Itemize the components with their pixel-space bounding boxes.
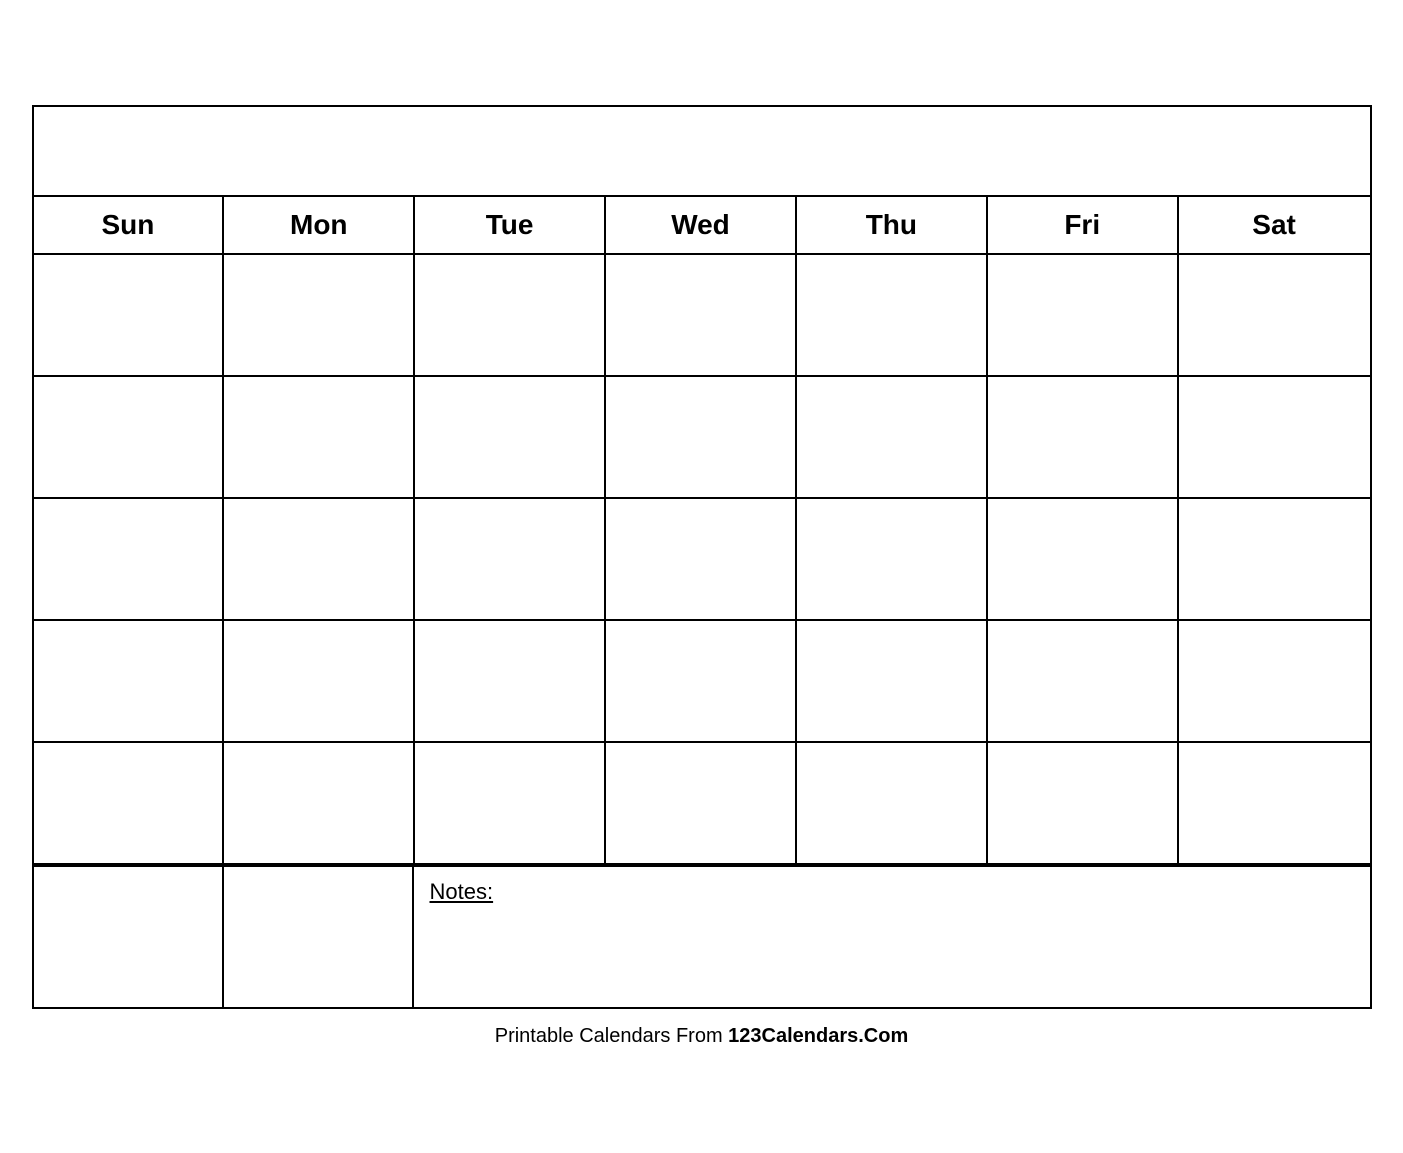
calendar-cell[interactable] <box>606 255 797 375</box>
footer-text-bold: 123Calendars.Com <box>728 1025 908 1047</box>
calendar-cell[interactable] <box>1179 255 1370 375</box>
calendar: Sun Mon Tue Wed Thu Fri Sat <box>32 105 1372 1009</box>
calendar-row <box>34 621 1370 743</box>
calendar-cell[interactable] <box>415 255 606 375</box>
calendar-title <box>34 107 1370 197</box>
calendar-cell[interactable] <box>797 499 988 619</box>
calendar-cell[interactable] <box>224 255 415 375</box>
calendar-cell[interactable] <box>224 621 415 741</box>
calendar-cell[interactable] <box>34 255 225 375</box>
calendar-cell[interactable] <box>606 621 797 741</box>
calendar-cell[interactable] <box>415 743 606 863</box>
calendar-cell[interactable] <box>415 499 606 619</box>
calendar-cell[interactable] <box>415 377 606 497</box>
calendar-row <box>34 255 1370 377</box>
calendar-cell[interactable] <box>797 621 988 741</box>
footer: Printable Calendars From 123Calendars.Co… <box>495 1025 909 1048</box>
calendar-header: Sun Mon Tue Wed Thu Fri Sat <box>34 197 1370 255</box>
calendar-cell[interactable] <box>1179 499 1370 619</box>
calendar-cell[interactable] <box>34 377 225 497</box>
notes-cell-empty-2[interactable] <box>224 867 414 1007</box>
calendar-row <box>34 743 1370 865</box>
calendar-row <box>34 499 1370 621</box>
calendar-cell[interactable] <box>1179 621 1370 741</box>
calendar-cell[interactable] <box>606 743 797 863</box>
calendar-row <box>34 377 1370 499</box>
notes-row: Notes: <box>34 865 1370 1007</box>
calendar-cell[interactable] <box>34 499 225 619</box>
calendar-cell[interactable] <box>224 377 415 497</box>
calendar-cell[interactable] <box>797 377 988 497</box>
notes-content[interactable]: Notes: <box>414 867 1370 1007</box>
calendar-cell[interactable] <box>988 743 1179 863</box>
calendar-cell[interactable] <box>224 743 415 863</box>
calendar-cell[interactable] <box>1179 377 1370 497</box>
footer-text-normal: Printable Calendars From <box>495 1025 728 1047</box>
calendar-cell[interactable] <box>34 621 225 741</box>
calendar-cell[interactable] <box>606 377 797 497</box>
calendar-cell[interactable] <box>1179 743 1370 863</box>
calendar-cell[interactable] <box>34 743 225 863</box>
header-wed: Wed <box>606 197 797 253</box>
header-sat: Sat <box>1179 197 1370 253</box>
calendar-cell[interactable] <box>415 621 606 741</box>
calendar-cell[interactable] <box>988 621 1179 741</box>
header-sun: Sun <box>34 197 225 253</box>
notes-cell-empty-1[interactable] <box>34 867 224 1007</box>
calendar-cell[interactable] <box>988 377 1179 497</box>
calendar-cell[interactable] <box>797 743 988 863</box>
calendar-body: Notes: <box>34 255 1370 1007</box>
calendar-cell[interactable] <box>606 499 797 619</box>
calendar-cell[interactable] <box>797 255 988 375</box>
header-thu: Thu <box>797 197 988 253</box>
notes-label: Notes: <box>430 879 494 904</box>
header-mon: Mon <box>224 197 415 253</box>
header-tue: Tue <box>415 197 606 253</box>
calendar-cell[interactable] <box>224 499 415 619</box>
calendar-cell[interactable] <box>988 499 1179 619</box>
calendar-cell[interactable] <box>988 255 1179 375</box>
header-fri: Fri <box>988 197 1179 253</box>
